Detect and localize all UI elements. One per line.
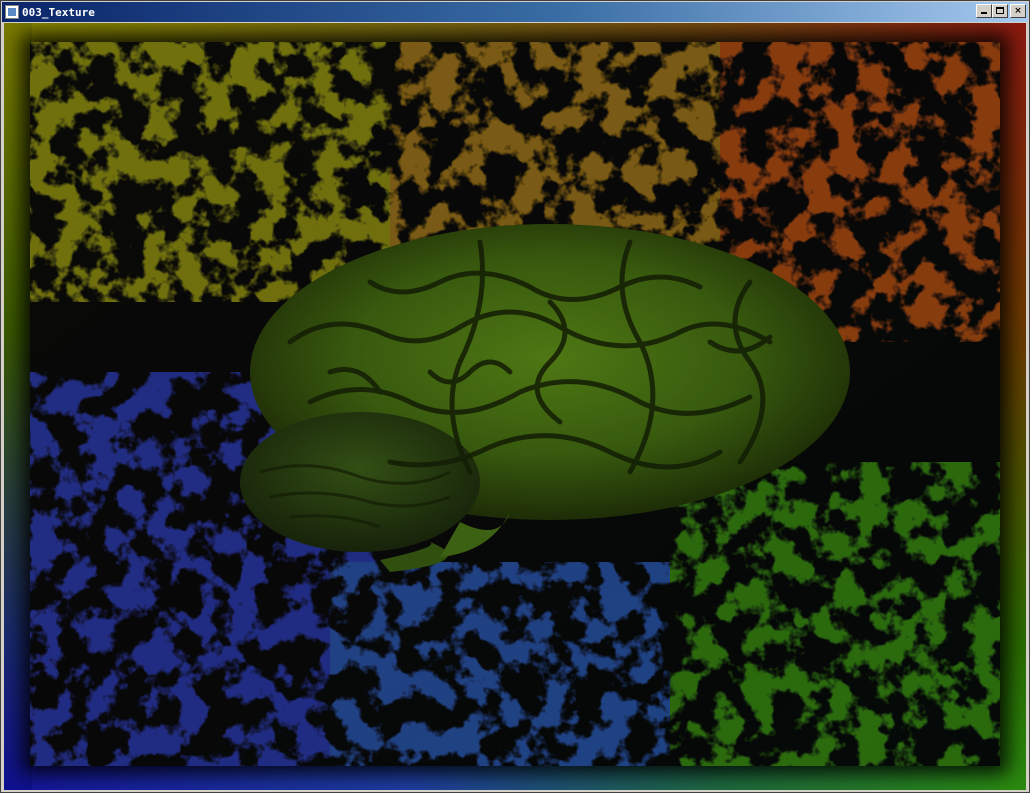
- frame-top-border: [4, 23, 1026, 43]
- render-viewport[interactable]: [4, 23, 1026, 790]
- title-bar[interactable]: 003_Texture ×: [2, 2, 1028, 22]
- window-title: 003_Texture: [22, 5, 95, 19]
- minimize-icon: [981, 12, 987, 14]
- minimize-button[interactable]: [976, 4, 992, 18]
- close-icon: ×: [1014, 6, 1022, 16]
- frame-bottom-border: [4, 766, 1026, 790]
- frame-left-border: [4, 23, 32, 790]
- maximize-button[interactable]: [992, 4, 1008, 18]
- maximize-icon: [996, 7, 1004, 14]
- app-window-icon[interactable]: [5, 5, 19, 19]
- texture-scene: [30, 42, 1000, 766]
- frame-right-border: [1000, 23, 1026, 790]
- scene-graphic: [30, 42, 1000, 766]
- close-button[interactable]: ×: [1010, 4, 1026, 18]
- window-controls: ×: [976, 4, 1026, 18]
- app-window: 003_Texture ×: [0, 0, 1030, 793]
